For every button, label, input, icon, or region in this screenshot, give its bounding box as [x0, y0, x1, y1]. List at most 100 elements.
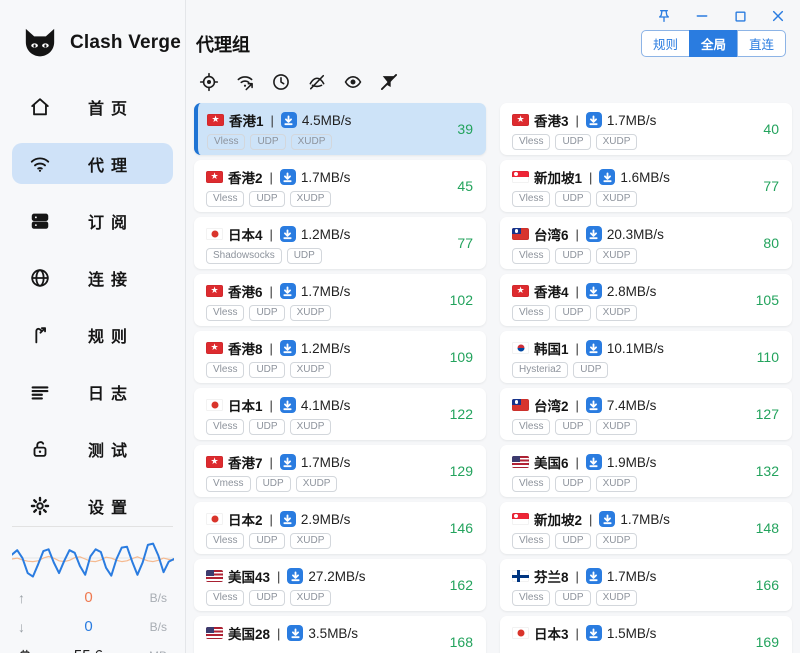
- proxy-card[interactable]: 香港1 | 4.5MB/s VlessUDPXUDP 39: [194, 103, 486, 155]
- proxy-speed: 10.1MB/s: [607, 341, 664, 356]
- protocol-tag: Vless: [512, 590, 550, 606]
- eye-icon[interactable]: [342, 71, 364, 93]
- upload-unit: B/s: [133, 591, 167, 605]
- sidebar-item-profiles[interactable]: 订阅: [12, 200, 173, 241]
- download-speed-icon: [280, 226, 296, 242]
- proxy-card[interactable]: 美国28 | 3.5MB/s 168: [194, 616, 486, 653]
- proxy-name: 日本4: [228, 224, 263, 244]
- eye-off-icon[interactable]: [306, 71, 328, 93]
- tab-rule-mode[interactable]: 规则: [641, 30, 690, 57]
- protocol-tag: UDP: [555, 134, 590, 150]
- sidebar-item-test[interactable]: 测试: [12, 428, 173, 469]
- pin-window-button[interactable]: [652, 5, 676, 27]
- proxy-card-header: 香港8 | 1.2MB/s: [206, 338, 430, 358]
- country-flag-icon: [512, 171, 529, 183]
- cat-logo-icon: [20, 26, 60, 60]
- protocol-tag: XUDP: [290, 362, 332, 378]
- download-speed-icon: [287, 625, 303, 641]
- proxy-speed: 1.7MB/s: [620, 512, 670, 527]
- protocol-tag: XUDP: [290, 590, 332, 606]
- protocol-tag: XUDP: [296, 476, 338, 492]
- connections-icon: [28, 266, 52, 290]
- sidebar-item-settings[interactable]: 设置: [12, 485, 173, 526]
- protocol-tag: UDP: [250, 134, 285, 150]
- latency-value: 132: [756, 463, 779, 479]
- app-title: Clash Verge: [70, 32, 181, 54]
- proxy-speed: 1.2MB/s: [301, 341, 351, 356]
- sidebar-item-proxies[interactable]: 代理: [12, 143, 173, 184]
- latency-value: 146: [450, 520, 473, 536]
- proxy-name: 香港1: [229, 110, 264, 130]
- latency-value: 127: [756, 406, 779, 422]
- protocol-tag: UDP: [287, 248, 322, 264]
- proxy-speed: 20.3MB/s: [607, 227, 664, 242]
- protocol-tag: UDP: [573, 362, 608, 378]
- sidebar-item-home[interactable]: 首页: [12, 86, 173, 127]
- proxy-name: 香港8: [228, 338, 263, 358]
- proxy-card[interactable]: 美国6 | 1.9MB/s VlessUDPXUDP 132: [500, 445, 792, 497]
- download-speed-icon: [586, 283, 602, 299]
- latency-value: 39: [457, 121, 473, 137]
- sidebar-item-rules[interactable]: 规则: [12, 314, 173, 355]
- filter-off-icon[interactable]: [378, 71, 400, 93]
- protocol-tags: VlessUDPXUDP: [512, 134, 736, 150]
- country-flag-icon: [512, 456, 529, 468]
- upload-value: 0: [44, 589, 133, 606]
- proxy-card[interactable]: 台湾2 | 7.4MB/s VlessUDPXUDP 127: [500, 388, 792, 440]
- protocol-tag: XUDP: [596, 305, 638, 321]
- proxy-card[interactable]: 香港4 | 2.8MB/s VlessUDPXUDP 105: [500, 274, 792, 326]
- proxy-toolbar: [186, 57, 800, 101]
- latency-value: 109: [450, 349, 473, 365]
- sidebar-item-label: 日志: [88, 380, 134, 404]
- protocol-tag: XUDP: [290, 305, 332, 321]
- sidebar-item-logs[interactable]: 日志: [12, 371, 173, 412]
- proxy-name: 美国28: [228, 623, 270, 643]
- proxy-card[interactable]: 香港7 | 1.7MB/s VmessUDPXUDP 129: [194, 445, 486, 497]
- proxy-card[interactable]: 香港6 | 1.7MB/s VlessUDPXUDP 102: [194, 274, 486, 326]
- sidebar-item-label: 测试: [88, 437, 134, 461]
- sidebar-item-connections[interactable]: 连接: [12, 257, 173, 298]
- proxy-card[interactable]: 新加坡2 | 1.7MB/s VlessUDPXUDP 148: [500, 502, 792, 554]
- proxy-card[interactable]: 芬兰8 | 1.7MB/s VlessUDPXUDP 166: [500, 559, 792, 611]
- tab-direct-mode[interactable]: 直连: [737, 30, 786, 57]
- latency-value: 40: [763, 121, 779, 137]
- separator: |: [576, 626, 579, 641]
- protocol-tag: Vless: [206, 419, 244, 435]
- locate-icon[interactable]: [198, 71, 220, 93]
- proxy-card[interactable]: 美国43 | 27.2MB/s VlessUDPXUDP 162: [194, 559, 486, 611]
- proxy-card[interactable]: 香港3 | 1.7MB/s VlessUDPXUDP 40: [500, 103, 792, 155]
- minimize-window-button[interactable]: [690, 5, 714, 27]
- protocol-tag: Vless: [206, 362, 244, 378]
- proxy-card[interactable]: 台湾6 | 20.3MB/s VlessUDPXUDP 80: [500, 217, 792, 269]
- proxy-card-header: 美国28 | 3.5MB/s: [206, 623, 430, 643]
- home-icon: [28, 95, 52, 119]
- window-controls: [652, 5, 790, 27]
- separator: |: [576, 341, 579, 356]
- memory-stat[interactable]: 55.6 MB: [0, 641, 185, 653]
- proxy-card[interactable]: 新加坡1 | 1.6MB/s VlessUDPXUDP 77: [500, 160, 792, 212]
- proxy-card[interactable]: 香港8 | 1.2MB/s VlessUDPXUDP 109: [194, 331, 486, 383]
- maximize-window-button[interactable]: [728, 5, 752, 27]
- proxy-card[interactable]: 日本4 | 1.2MB/s ShadowsocksUDP 77: [194, 217, 486, 269]
- delay-test-icon[interactable]: [234, 71, 256, 93]
- proxy-card[interactable]: 日本2 | 2.9MB/s VlessUDPXUDP 146: [194, 502, 486, 554]
- close-window-button[interactable]: [766, 5, 790, 27]
- protocol-tag: Vless: [512, 191, 550, 207]
- proxy-name: 香港3: [534, 110, 569, 130]
- tab-global-mode[interactable]: 全局: [689, 30, 738, 57]
- memory-chip-icon: [18, 649, 44, 653]
- country-flag-icon: [207, 114, 224, 126]
- proxy-card[interactable]: 日本1 | 4.1MB/s VlessUDPXUDP 122: [194, 388, 486, 440]
- latency-value: 166: [756, 577, 779, 593]
- timeout-sort-icon[interactable]: [270, 71, 292, 93]
- country-flag-icon: [512, 114, 529, 126]
- latency-value: 110: [757, 349, 779, 365]
- protocol-tag: XUDP: [596, 590, 638, 606]
- proxy-card[interactable]: 日本3 | 1.5MB/s 169: [500, 616, 792, 653]
- proxy-name: 芬兰8: [534, 566, 569, 586]
- proxy-card-header: 日本4 | 1.2MB/s: [206, 224, 430, 244]
- sidebar-item-label: 设置: [88, 494, 134, 518]
- proxy-card[interactable]: 香港2 | 1.7MB/s VlessUDPXUDP 45: [194, 160, 486, 212]
- proxy-card[interactable]: 韩国1 | 10.1MB/s Hysteria2UDP 110: [500, 331, 792, 383]
- memory-unit: MB: [133, 649, 167, 653]
